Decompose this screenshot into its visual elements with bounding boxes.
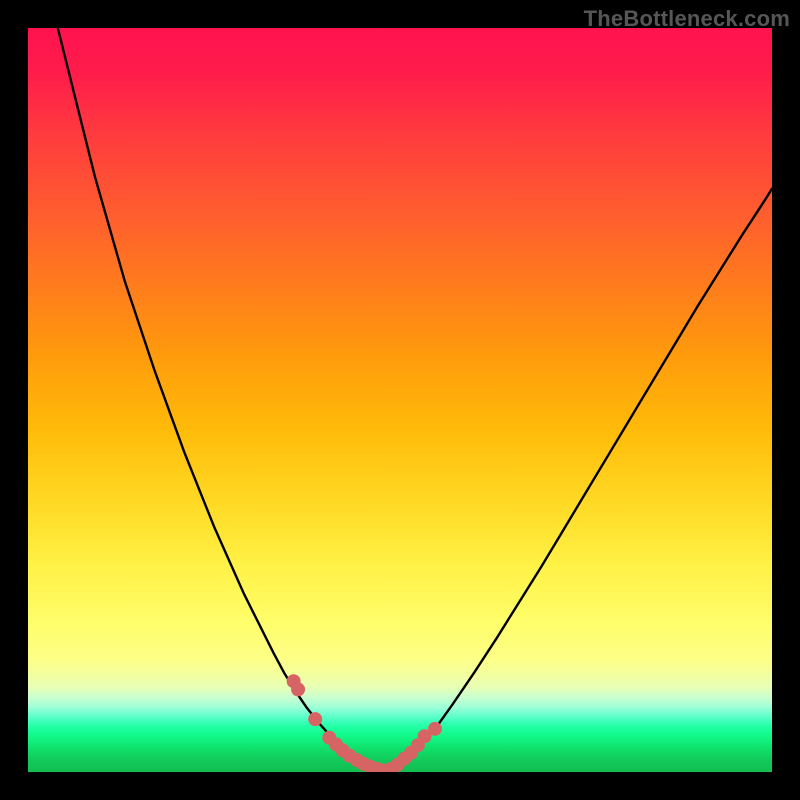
scatter-dots (287, 674, 442, 772)
curve-lines (58, 28, 772, 771)
chart-svg (28, 28, 772, 772)
data-point (308, 712, 322, 726)
bottleneck-curve (58, 28, 772, 771)
plot-area (28, 28, 772, 772)
data-point (291, 682, 305, 696)
chart-frame: TheBottleneck.com (0, 0, 800, 800)
watermark-text: TheBottleneck.com (584, 6, 790, 32)
data-point (428, 722, 442, 736)
